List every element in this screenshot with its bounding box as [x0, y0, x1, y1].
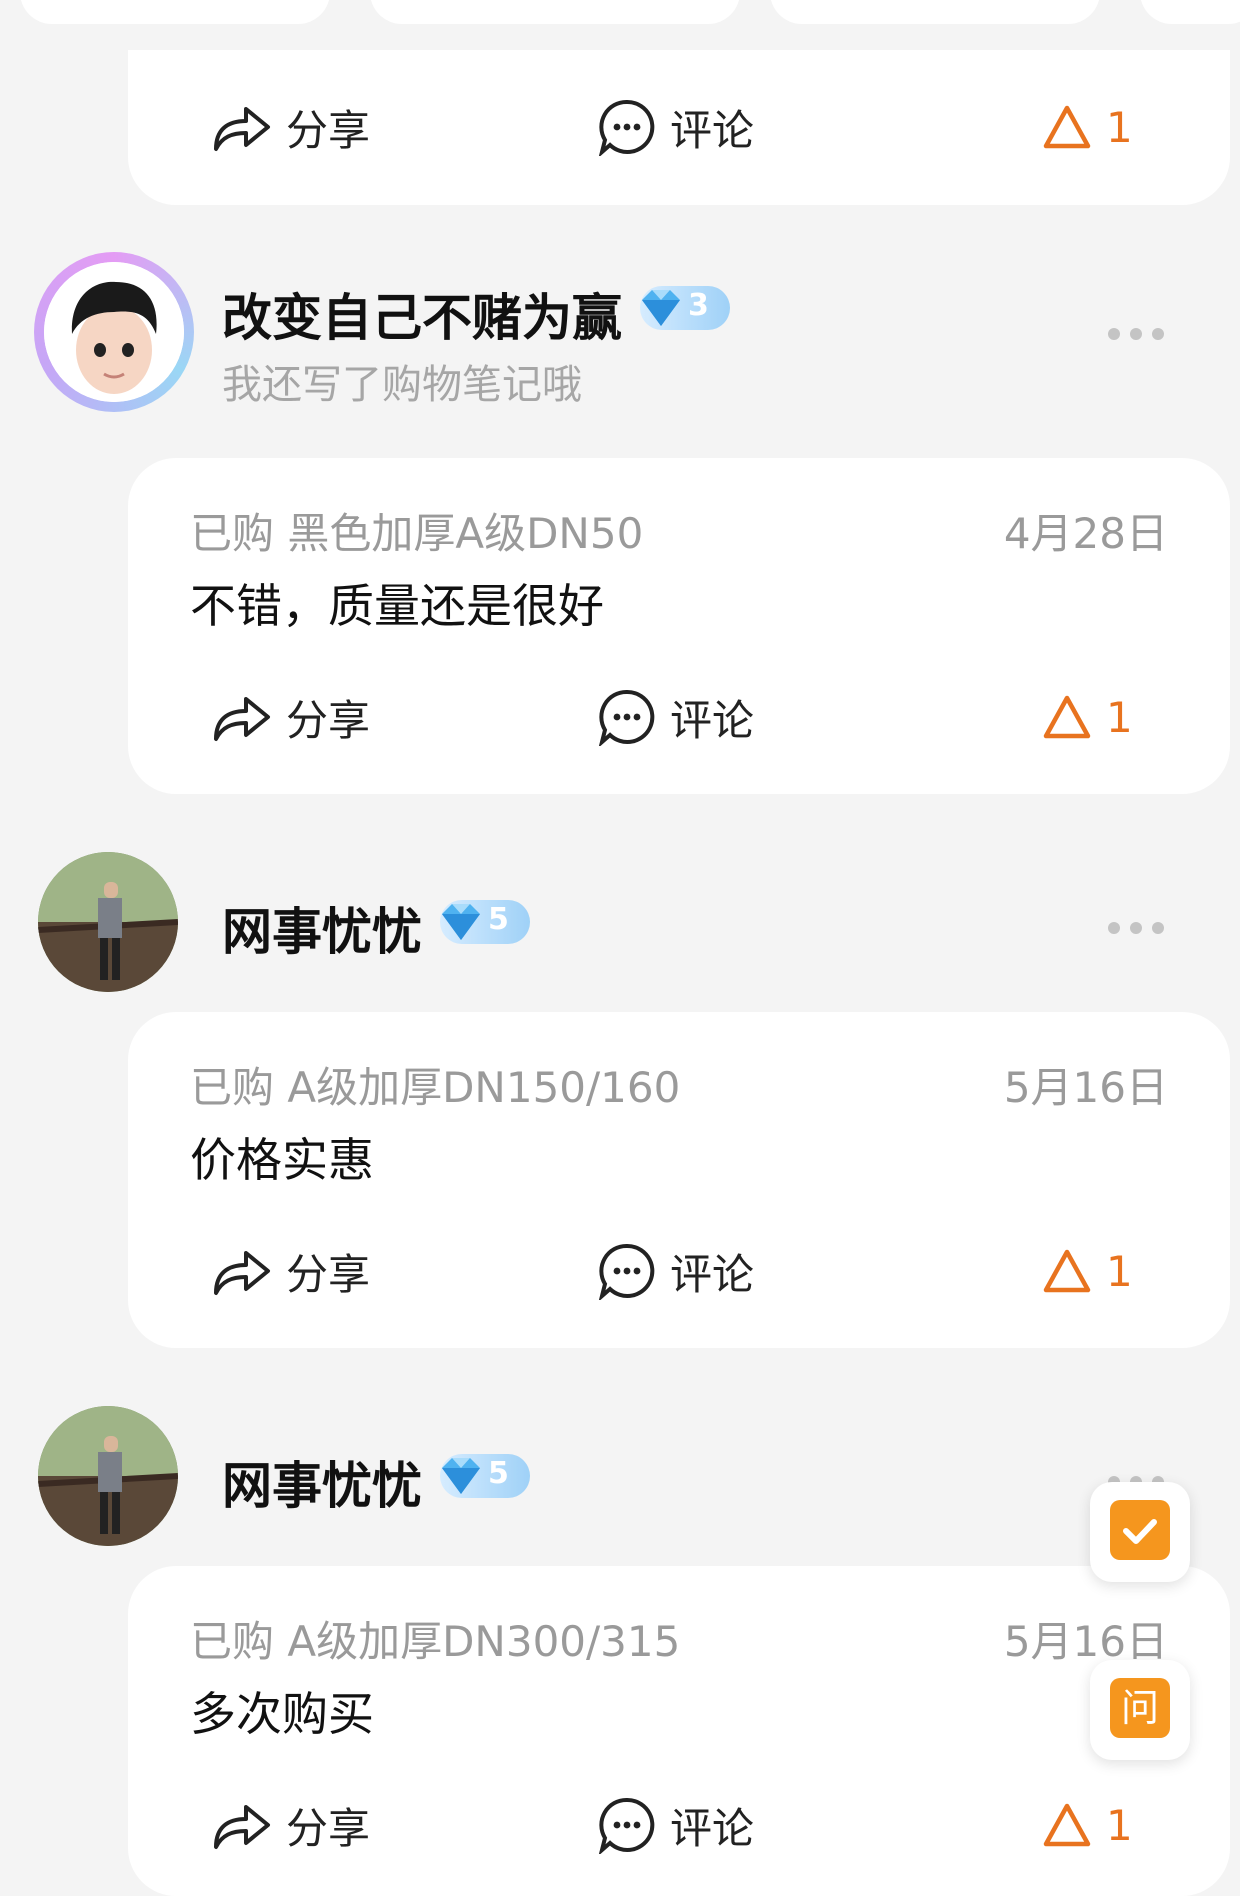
checklist-icon [1110, 1500, 1170, 1560]
level-badge: 5 [440, 900, 530, 944]
share-label: 分享 [286, 695, 371, 745]
top-tab-strip [0, 0, 1240, 30]
share-icon [210, 689, 272, 745]
top-chip[interactable] [370, 0, 740, 24]
action-bar: 分享 评论 1 [128, 682, 1230, 752]
review-text: 不错，质量还是很好 [190, 579, 604, 633]
share-button[interactable]: 分享 [210, 1790, 370, 1860]
like-count: 1 [1106, 1246, 1133, 1296]
level-badge: 3 [640, 286, 730, 330]
review-card: 已购 黑色加厚A级DN50 4月28日 不错，质量还是很好 分享 评论 1 [128, 458, 1230, 794]
comment-label: 评论 [670, 1249, 755, 1299]
review-card-previous: 分享 评论 1 [128, 50, 1230, 205]
ask-label: 问 [1110, 1678, 1170, 1738]
diamond-icon [638, 288, 684, 332]
share-button[interactable]: 分享 [210, 682, 370, 752]
share-label: 分享 [286, 1249, 371, 1299]
like-count: 1 [1106, 692, 1133, 742]
review-author-row: 网事忧忧 5 [0, 852, 1240, 1002]
top-chip[interactable] [770, 0, 1100, 24]
share-label: 分享 [286, 1803, 371, 1853]
share-button[interactable]: 分享 [210, 92, 370, 162]
share-button[interactable]: 分享 [210, 1236, 370, 1306]
like-button[interactable]: 1 [1042, 92, 1133, 162]
avatar[interactable] [44, 262, 184, 402]
diamond-icon [438, 902, 484, 946]
share-icon [210, 99, 272, 155]
like-triangle-icon [1042, 1248, 1092, 1294]
purchase-info: 已购 黑色加厚A级DN50 [190, 509, 644, 558]
review-author-row: 改变自己不赌为赢 3 我还写了购物笔记哦 [0, 252, 1240, 412]
level-badge: 5 [440, 1454, 530, 1498]
comment-button[interactable]: 评论 [598, 1790, 754, 1860]
diamond-icon [438, 1456, 484, 1500]
comment-icon [598, 688, 656, 746]
more-icon[interactable] [1108, 916, 1168, 936]
comment-label: 评论 [670, 105, 755, 155]
like-triangle-icon [1042, 1802, 1092, 1848]
top-chip[interactable] [20, 0, 330, 24]
review-date: 5月16日 [1003, 1063, 1168, 1112]
comment-button[interactable]: 评论 [598, 92, 754, 162]
like-triangle-icon [1042, 104, 1092, 150]
comment-label: 评论 [670, 1803, 755, 1853]
review-author-row: 网事忧忧 5 [0, 1406, 1240, 1556]
comment-icon [598, 98, 656, 156]
purchase-info: 已购 A级加厚DN150/160 [190, 1063, 681, 1112]
review-date: 4月28日 [1003, 509, 1168, 558]
comment-button[interactable]: 评论 [598, 682, 754, 752]
like-button[interactable]: 1 [1042, 1790, 1133, 1860]
checklist-float-button[interactable] [1090, 1482, 1190, 1582]
top-chip[interactable] [1140, 0, 1240, 24]
comment-icon [598, 1796, 656, 1854]
username[interactable]: 网事忧忧 [222, 892, 422, 964]
comment-button[interactable]: 评论 [598, 1236, 754, 1306]
like-button[interactable]: 1 [1042, 682, 1133, 752]
share-label: 分享 [286, 105, 371, 155]
ask-float-button[interactable]: 问 [1090, 1660, 1190, 1760]
avatar[interactable] [38, 852, 178, 992]
username[interactable]: 改变自己不赌为赢 [222, 278, 622, 350]
review-text: 价格实惠 [190, 1133, 374, 1187]
share-icon [210, 1797, 272, 1853]
more-icon[interactable] [1108, 322, 1168, 342]
action-bar: 分享 评论 1 [128, 1790, 1230, 1860]
share-icon [210, 1243, 272, 1299]
comment-label: 评论 [670, 695, 755, 745]
comment-icon [598, 1242, 656, 1300]
review-card: 已购 A级加厚DN300/315 5月16日 多次购买 分享 评论 1 [128, 1566, 1230, 1896]
level-number: 5 [488, 902, 509, 937]
level-number: 3 [688, 288, 709, 323]
user-note[interactable]: 我还写了购物笔记哦 [222, 352, 582, 410]
purchase-info: 已购 A级加厚DN300/315 [190, 1617, 681, 1666]
action-bar: 分享 评论 1 [128, 1236, 1230, 1306]
like-count: 1 [1106, 1800, 1133, 1850]
like-button[interactable]: 1 [1042, 1236, 1133, 1306]
like-count: 1 [1106, 102, 1133, 152]
review-card: 已购 A级加厚DN150/160 5月16日 价格实惠 分享 评论 1 [128, 1012, 1230, 1348]
action-bar: 分享 评论 1 [128, 92, 1230, 162]
avatar[interactable] [38, 1406, 178, 1546]
level-number: 5 [488, 1456, 509, 1491]
review-text: 多次购买 [190, 1687, 374, 1741]
like-triangle-icon [1042, 694, 1092, 740]
username[interactable]: 网事忧忧 [222, 1446, 422, 1518]
